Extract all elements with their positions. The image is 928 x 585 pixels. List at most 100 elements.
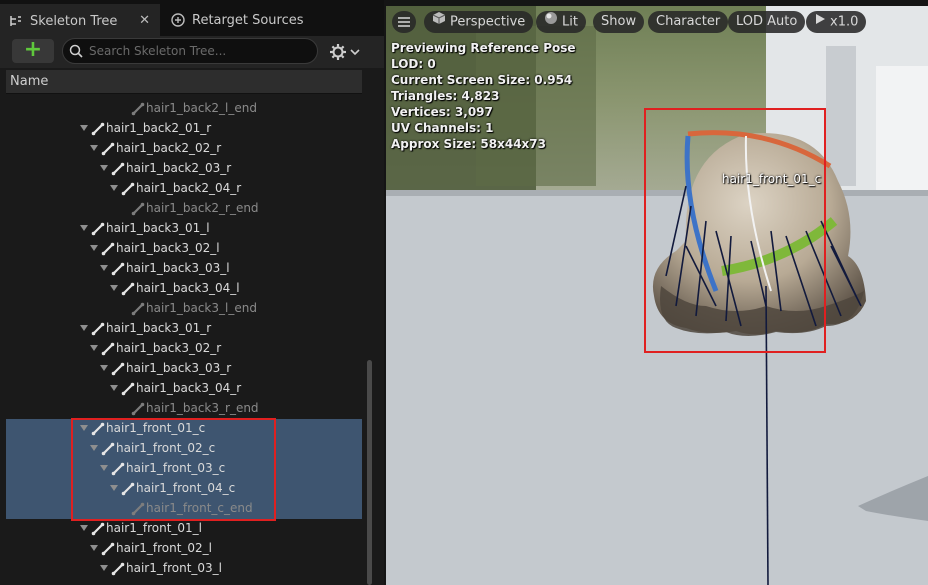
tree-row[interactable]: hair1_back3_01_r bbox=[6, 319, 362, 339]
lod-auto-button[interactable]: LOD Auto bbox=[728, 11, 806, 33]
bone-icon bbox=[100, 441, 116, 461]
tree-row[interactable]: hair1_back3_r_end bbox=[6, 399, 362, 419]
editor-window: Skeleton Tree ✕ Retarget Sources + Searc… bbox=[0, 0, 928, 585]
expand-arrow-icon[interactable] bbox=[100, 165, 108, 171]
stats-line: Approx Size: 58x44x73 bbox=[391, 137, 546, 151]
tree-row-label: hair1_back2_l_end bbox=[146, 101, 257, 115]
tree-row-label: hair1_front_02_l bbox=[116, 541, 213, 555]
bone-icon bbox=[90, 321, 106, 341]
stats-line: Vertices: 3,097 bbox=[391, 105, 493, 119]
bone-name-label: hair1_front_01_c bbox=[722, 172, 822, 186]
bone-icon bbox=[90, 121, 106, 141]
tree-row[interactable]: hair1_front_c_end bbox=[6, 499, 362, 519]
bone-icon bbox=[110, 161, 126, 181]
expand-arrow-icon[interactable] bbox=[110, 485, 118, 491]
hamburger-menu-icon bbox=[398, 17, 410, 27]
expand-arrow-icon[interactable] bbox=[90, 445, 98, 451]
expand-arrow-icon[interactable] bbox=[90, 245, 98, 251]
viewport-toolbar: Perspective Lit Show Character LOD Auto … bbox=[386, 6, 928, 38]
add-button[interactable]: + bbox=[12, 39, 54, 63]
expand-arrow-icon[interactable] bbox=[100, 265, 108, 271]
stats-line: UV Channels: 1 bbox=[391, 121, 494, 135]
tree-row-label: hair1_back2_02_r bbox=[116, 141, 222, 155]
tree-row[interactable]: hair1_back2_02_r bbox=[6, 139, 362, 159]
tree-row[interactable]: hair1_back3_02_r bbox=[6, 339, 362, 359]
tree-row-label: hair1_back2_04_r bbox=[136, 181, 242, 195]
tree-row[interactable]: hair1_back3_03_l bbox=[6, 259, 362, 279]
tree-row[interactable]: hair1_front_03_c bbox=[6, 459, 362, 479]
column-header-name[interactable]: Name bbox=[6, 70, 362, 94]
tree-row[interactable]: hair1_front_04_c bbox=[6, 479, 362, 499]
preview-viewport[interactable]: Perspective Lit Show Character LOD Auto … bbox=[386, 6, 928, 585]
expand-arrow-icon[interactable] bbox=[80, 325, 88, 331]
expand-arrow-icon[interactable] bbox=[90, 145, 98, 151]
bone-icon bbox=[120, 381, 136, 401]
tree-row[interactable]: hair1_back2_r_end bbox=[6, 199, 362, 219]
tab-skeleton-tree[interactable]: Skeleton Tree ✕ bbox=[0, 4, 160, 36]
tab-retarget-sources[interactable]: Retarget Sources bbox=[162, 4, 342, 36]
playback-speed-button[interactable]: x1.0 bbox=[806, 11, 867, 33]
tree-row-label: hair1_back3_03_l bbox=[126, 261, 230, 275]
bone-icon bbox=[110, 361, 126, 381]
character-button[interactable]: Character bbox=[648, 11, 729, 33]
tree-row[interactable]: hair1_front_01_l bbox=[6, 519, 362, 539]
expand-arrow-icon[interactable] bbox=[90, 545, 98, 551]
scrollbar-thumb[interactable] bbox=[367, 360, 372, 585]
close-icon[interactable]: ✕ bbox=[139, 13, 150, 28]
tree-row[interactable]: hair1_back2_01_r bbox=[6, 119, 362, 139]
tree-row[interactable]: hair1_front_02_c bbox=[6, 439, 362, 459]
tree-row-label: hair1_front_01_c bbox=[106, 421, 206, 435]
skeleton-tree: hair1_back2_l_end hair1_back2_01_r hair1_b… bbox=[6, 94, 362, 585]
expand-arrow-icon[interactable] bbox=[100, 465, 108, 471]
viewport-stats: Previewing Reference Pose LOD: 0 Current… bbox=[391, 40, 576, 152]
expand-arrow-icon[interactable] bbox=[110, 185, 118, 191]
expand-arrow-icon[interactable] bbox=[80, 125, 88, 131]
expand-arrow-icon[interactable] bbox=[90, 345, 98, 351]
tab-bar: Skeleton Tree ✕ Retarget Sources bbox=[0, 0, 384, 36]
tab-label: Retarget Sources bbox=[192, 12, 304, 28]
tree-row[interactable]: hair1_back3_02_l bbox=[6, 239, 362, 259]
bone-icon bbox=[120, 181, 136, 201]
lit-mode-button[interactable]: Lit bbox=[536, 11, 586, 33]
bone-icon bbox=[90, 221, 106, 241]
expand-arrow-icon[interactable] bbox=[100, 565, 108, 571]
expand-arrow-icon[interactable] bbox=[80, 525, 88, 531]
bone-icon bbox=[120, 281, 136, 301]
tree-row[interactable]: hair1_front_03_l bbox=[6, 559, 362, 579]
gear-icon bbox=[330, 44, 346, 60]
tree-row-label: hair1_back3_r_end bbox=[146, 401, 259, 415]
bone-icon bbox=[130, 401, 146, 421]
expand-arrow-icon[interactable] bbox=[110, 385, 118, 391]
expand-arrow-icon[interactable] bbox=[80, 425, 88, 431]
perspective-button[interactable]: Perspective bbox=[424, 11, 534, 33]
expand-arrow-icon[interactable] bbox=[110, 285, 118, 291]
bone-icon bbox=[130, 501, 146, 521]
expand-arrow-icon[interactable] bbox=[100, 365, 108, 371]
tree-row-label: hair1_back3_03_r bbox=[126, 361, 232, 375]
expand-arrow-icon[interactable] bbox=[80, 225, 88, 231]
bone-icon bbox=[110, 461, 126, 481]
tree-row[interactable]: hair1_back2_03_r bbox=[6, 159, 362, 179]
tab-label: Skeleton Tree bbox=[30, 13, 118, 29]
tree-row[interactable]: hair1_front_01_c bbox=[6, 419, 362, 439]
tree-row[interactable]: hair1_back2_l_end bbox=[6, 99, 362, 119]
tree-row-label: hair1_back2_01_r bbox=[106, 121, 212, 135]
tree-row[interactable]: hair1_back2_04_r bbox=[6, 179, 362, 199]
viewport-menu-button[interactable] bbox=[392, 11, 416, 33]
tree-row[interactable]: hair1_back3_03_r bbox=[6, 359, 362, 379]
tree-row[interactable]: hair1_back3_01_l bbox=[6, 219, 362, 239]
bone-icon bbox=[90, 421, 106, 441]
bone-icon bbox=[100, 541, 116, 561]
tree-row[interactable]: hair1_front_02_l bbox=[6, 539, 362, 559]
retarget-sources-icon bbox=[170, 12, 186, 28]
skeleton-tree-panel: Skeleton Tree ✕ Retarget Sources + Searc… bbox=[0, 0, 384, 585]
tree-row[interactable]: hair1_back3_04_r bbox=[6, 379, 362, 399]
settings-button[interactable] bbox=[328, 41, 368, 63]
show-button[interactable]: Show bbox=[593, 11, 645, 33]
tree-row-label: hair1_back3_01_r bbox=[106, 321, 212, 335]
tree-row[interactable]: hair1_back3_04_l bbox=[6, 279, 362, 299]
tree-toolbar: + bbox=[0, 36, 384, 68]
tree-row[interactable]: hair1_back3_l_end bbox=[6, 299, 362, 319]
bone-icon bbox=[120, 481, 136, 501]
search-input[interactable] bbox=[89, 42, 309, 60]
